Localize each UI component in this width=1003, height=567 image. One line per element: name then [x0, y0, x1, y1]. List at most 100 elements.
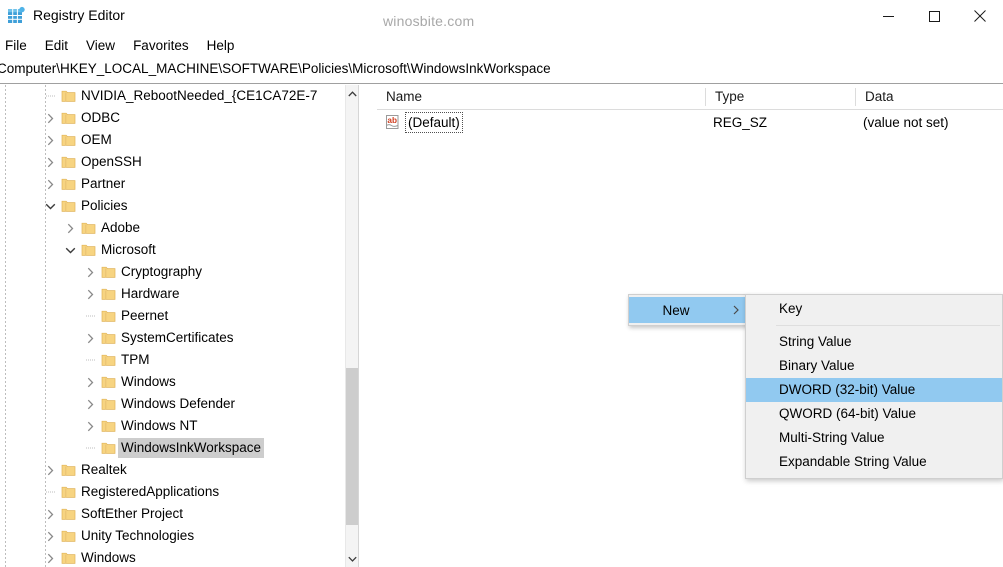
registry-path: Computer\HKEY_LOCAL_MACHINE\SOFTWARE\Pol… [0, 61, 551, 76]
tree-item-softether-project[interactable]: SoftEther Project [0, 503, 350, 525]
context-menu-item-dword-32-bit-value[interactable]: DWORD (32-bit) Value [746, 378, 1002, 402]
address-bar[interactable]: Computer\HKEY_LOCAL_MACHINE\SOFTWARE\Pol… [0, 58, 1003, 84]
tree-leaf-spacer [82, 437, 99, 459]
list-column-header: Name Type Data [377, 85, 1003, 110]
tree-item-adobe[interactable]: Adobe [0, 217, 350, 239]
tree-scrollbar[interactable] [345, 85, 359, 567]
menu-help[interactable]: Help [198, 35, 244, 56]
chevron-right-icon[interactable] [42, 151, 59, 173]
context-menu-item-binary-value[interactable]: Binary Value [746, 354, 1002, 378]
chevron-right-icon[interactable] [42, 129, 59, 151]
tree-item-windows-defender[interactable]: Windows Defender [0, 393, 350, 415]
tree-item-odbc[interactable]: ODBC [0, 107, 350, 129]
string-value-icon: ab [385, 114, 402, 130]
chevron-right-icon[interactable] [42, 459, 59, 481]
chevron-right-icon[interactable] [82, 393, 99, 415]
folder-icon [59, 503, 78, 525]
tree-item-label: Partner [81, 176, 126, 191]
folder-icon [59, 173, 78, 195]
tree-item-partner[interactable]: Partner [0, 173, 350, 195]
column-header-data[interactable]: Data [856, 85, 1003, 109]
tree-item-label: TPM [121, 352, 150, 367]
folder-icon [99, 415, 118, 437]
value-type: REG_SZ [713, 115, 768, 130]
menu-favorites[interactable]: Favorites [124, 35, 198, 56]
tree-item-tpm[interactable]: TPM [0, 349, 350, 371]
pane-splitter[interactable] [358, 85, 379, 567]
tree-item-peernet[interactable]: Peernet [0, 305, 350, 327]
chevron-right-icon[interactable] [42, 107, 59, 129]
folder-icon [99, 261, 118, 283]
chevron-right-icon[interactable] [82, 415, 99, 437]
tree-item-label: Realtek [81, 462, 127, 477]
tree-item-registeredapplications[interactable]: RegisteredApplications [0, 481, 350, 503]
svg-text:ab: ab [387, 116, 397, 125]
tree-item-hardware[interactable]: Hardware [0, 283, 350, 305]
context-menu-item-new[interactable]: New [629, 297, 747, 323]
tree-item-policies[interactable]: Policies [0, 195, 350, 217]
registry-tree-pane[interactable]: NVIDIA_RebootNeeded_{CE1CA72E-7 ODBC OEM Op… [0, 85, 358, 567]
tree-leaf-spacer [42, 481, 59, 503]
tree-item-label: Policies [81, 198, 128, 213]
folder-icon [99, 327, 118, 349]
tree-item-cryptography[interactable]: Cryptography [0, 261, 350, 283]
chevron-right-icon[interactable] [42, 173, 59, 195]
menu-view[interactable]: View [77, 35, 124, 56]
tree-item-label: SoftEther Project [81, 506, 184, 521]
chevron-down-icon[interactable] [42, 195, 59, 217]
tree-item-label: Unity Technologies [81, 528, 195, 543]
tree-item-systemcertificates[interactable]: SystemCertificates [0, 327, 350, 349]
value-name[interactable]: (Default) [405, 112, 463, 133]
column-header-type[interactable]: Type [706, 85, 855, 109]
chevron-down-icon[interactable] [62, 239, 79, 261]
context-menu-item-multi-string-value[interactable]: Multi-String Value [746, 426, 1002, 450]
tree-item-label: Peernet [121, 308, 169, 323]
context-menu-item-key[interactable]: Key [746, 297, 1002, 321]
chevron-right-icon[interactable] [82, 283, 99, 305]
tree-item-nvidia-rebootneeded-ce1ca72e-7[interactable]: NVIDIA_RebootNeeded_{CE1CA72E-7 [0, 85, 350, 107]
tree-item-label: Microsoft [101, 242, 156, 257]
column-header-name[interactable]: Name [377, 85, 705, 109]
menu-bar: File Edit View Favorites Help [0, 32, 1003, 58]
tree-item-microsoft[interactable]: Microsoft [0, 239, 350, 261]
chevron-right-icon[interactable] [82, 371, 99, 393]
context-menu-item-new-label: New [662, 302, 690, 318]
tree-item-openssh[interactable]: OpenSSH [0, 151, 350, 173]
chevron-right-icon[interactable] [42, 547, 59, 567]
context-menu-separator [776, 325, 1000, 326]
menu-edit[interactable]: Edit [36, 35, 77, 56]
tree-leaf-spacer [82, 349, 99, 371]
tree-item-windows[interactable]: Windows [0, 547, 350, 567]
minimize-button[interactable] [865, 0, 911, 32]
maximize-button[interactable] [911, 0, 957, 32]
tree-item-label: Hardware [121, 286, 180, 301]
chevron-right-icon[interactable] [82, 261, 99, 283]
tree-item-windows[interactable]: Windows [0, 371, 350, 393]
tree-item-label: RegisteredApplications [81, 484, 220, 499]
tree-item-windowsinkworkspace[interactable]: WindowsInkWorkspace [0, 437, 350, 459]
chevron-right-icon[interactable] [82, 327, 99, 349]
context-menu-item-string-value[interactable]: String Value [746, 330, 1002, 354]
registry-editor-window: Registry Editor winosbite.com File Edit … [0, 0, 1003, 567]
chevron-right-icon[interactable] [62, 217, 79, 239]
tree-item-label: Cryptography [121, 264, 203, 279]
chevron-right-icon[interactable] [42, 503, 59, 525]
tree-item-realtek[interactable]: Realtek [0, 459, 350, 481]
tree-item-oem[interactable]: OEM [0, 129, 350, 151]
folder-icon [59, 85, 78, 107]
chevron-right-icon[interactable] [42, 525, 59, 547]
tree-item-label: WindowsInkWorkspace [118, 438, 265, 458]
tree-item-label: Windows [121, 374, 176, 389]
tree-item-unity-technologies[interactable]: Unity Technologies [0, 525, 350, 547]
folder-icon [99, 393, 118, 415]
menu-file[interactable]: File [0, 35, 36, 56]
folder-icon [59, 195, 78, 217]
close-button[interactable] [957, 0, 1003, 32]
context-menu-item-expandable-string-value[interactable]: Expandable String Value [746, 450, 1002, 474]
context-menu-item-qword-64-bit-value[interactable]: QWORD (64-bit) Value [746, 402, 1002, 426]
folder-icon [99, 305, 118, 327]
registry-editor-icon [7, 6, 26, 25]
tree-item-windows-nt[interactable]: Windows NT [0, 415, 350, 437]
table-row[interactable]: ab (Default) REG_SZ (value not set) [377, 111, 1003, 133]
value-data: (value not set) [863, 115, 949, 130]
